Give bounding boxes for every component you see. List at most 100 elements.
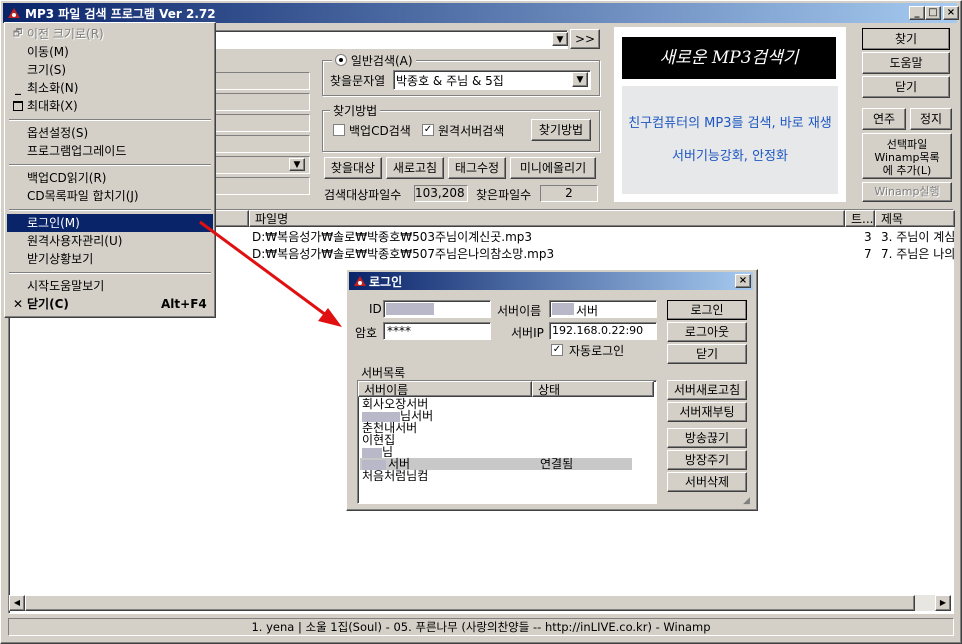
- pw-input[interactable]: ****: [383, 322, 491, 340]
- close-icon: ✕: [13, 297, 24, 311]
- redacted-name: [362, 411, 400, 422]
- server-list[interactable]: 서버이름 상태 회사오장서버 님서버 춘천내서버 이현집 님 서버 연결됨 처음…: [357, 380, 657, 504]
- path-dropdown-arrow[interactable]: ▼: [552, 32, 568, 46]
- close-main-button[interactable]: 닫기: [862, 76, 950, 98]
- id-redacted: [386, 303, 434, 315]
- winamp-run-button[interactable]: Winamp실행: [862, 182, 952, 202]
- menu-item-upgrade[interactable]: 프로그램업그레이드: [7, 142, 213, 160]
- backup-cd-checkbox[interactable]: [333, 124, 345, 136]
- resize-grip-icon[interactable]: ◢: [743, 496, 750, 506]
- menu-item-download-status[interactable]: 받기상황보기: [7, 250, 213, 268]
- count-value: 103,208: [415, 186, 465, 200]
- banner[interactable]: 새로운 MP3검색기 친구컴퓨터의 MP3를 검색, 바로 재생 서버기능강화,…: [614, 27, 846, 202]
- menu-item-restore[interactable]: 🗗 이전 크기로(R): [7, 25, 213, 43]
- server-delete-button[interactable]: 서버삭제: [667, 472, 747, 492]
- find-button[interactable]: 찾기: [862, 28, 950, 50]
- status-bar: 1. yena | 소울 1집(Soul) - 05. 푸른나무 (사랑의찬양들…: [8, 618, 954, 636]
- query-value: 박종호 & 주님 & 5집: [396, 74, 504, 88]
- close-button[interactable]: ×: [943, 6, 959, 20]
- search-mode-radio[interactable]: 일반검색(A): [332, 52, 416, 69]
- field-2[interactable]: [214, 93, 310, 111]
- browse-button[interactable]: >>: [570, 29, 600, 49]
- system-menu: 🗗 이전 크기로(R) 이동(M) 크기(S) _ 최소화(N) 최대화(X) …: [4, 22, 216, 318]
- tag-edit-button[interactable]: 태그수정: [448, 157, 506, 179]
- server-refresh-button[interactable]: 서버새로고침: [667, 380, 747, 400]
- field-5-dropdown-icon[interactable]: ▼: [289, 158, 305, 171]
- remote-checkbox[interactable]: ✓: [422, 124, 434, 136]
- query-label: 찾을문자열: [330, 74, 386, 88]
- pw-value: ****: [387, 324, 411, 338]
- list-item[interactable]: 처음처럼님컴: [362, 470, 632, 482]
- broadcast-give-button[interactable]: 방장주기: [667, 450, 747, 470]
- auto-login-checkbox[interactable]: ✓: [551, 344, 563, 356]
- scroll-thumb[interactable]: [25, 595, 915, 611]
- login-title: 로그인: [369, 275, 403, 289]
- id-label: ID: [369, 302, 382, 316]
- minimize-button[interactable]: _: [909, 6, 925, 20]
- broadcast-stop-button[interactable]: 방송끊기: [667, 428, 747, 448]
- list-item[interactable]: 춘천내서버: [362, 422, 632, 434]
- play-button[interactable]: 연주: [862, 108, 906, 130]
- refresh-button[interactable]: 새로고침: [386, 157, 444, 179]
- menu-item-options[interactable]: 옵션설정(S): [7, 124, 213, 142]
- server-ip-value: 192.168.0.22:90: [552, 324, 644, 337]
- login-titlebar[interactable]: 로그인 ×: [349, 272, 753, 290]
- menu-item-minimize[interactable]: _ 최소화(N): [7, 79, 213, 97]
- server-state: 연결됨: [540, 457, 574, 471]
- server-col-state[interactable]: 상태: [532, 381, 654, 397]
- app-icon[interactable]: [6, 5, 22, 21]
- stop-button[interactable]: 정지: [910, 108, 952, 130]
- field-6[interactable]: [214, 177, 310, 195]
- menu-item-size[interactable]: 크기(S): [7, 61, 213, 79]
- field-1[interactable]: [214, 72, 310, 90]
- login-button[interactable]: 로그인: [667, 300, 747, 320]
- server-name-label: 서버이름: [497, 304, 542, 318]
- add-to-winamp-button[interactable]: 선택파일 Winamp목록 에 추가(L): [862, 133, 952, 179]
- server-col-name[interactable]: 서버이름: [358, 381, 532, 397]
- menu-item-backup-cd[interactable]: 백업CD읽기(R): [7, 169, 213, 187]
- pw-label: 암호: [355, 326, 378, 340]
- remote-label: 원격서버검색: [438, 124, 505, 138]
- menu-item-merge-cd[interactable]: CD목록파일 합치기(J): [7, 187, 213, 205]
- server-ip-label: 서버IP: [511, 326, 544, 340]
- menu-item-remote-users[interactable]: 원격사용자관리(U): [7, 232, 213, 250]
- main-titlebar[interactable]: MP3 파일 검색 프로그램 Ver 2.72 _ □ ×: [3, 3, 959, 23]
- scroll-left-button[interactable]: ◀: [9, 595, 25, 611]
- menu-item-maximize[interactable]: 최대화(X): [7, 97, 213, 115]
- menu-item-move[interactable]: 이동(M): [7, 43, 213, 61]
- scroll-right-button[interactable]: ▶: [935, 595, 951, 611]
- path-combobox[interactable]: [214, 30, 568, 49]
- logout-button[interactable]: 로그아웃: [667, 322, 747, 342]
- menu-item-start-help[interactable]: 시작도움말보기: [7, 277, 213, 295]
- help-button[interactable]: 도움말: [862, 52, 950, 74]
- banner-text-box: 친구컴퓨터의 MP3를 검색, 바로 재생 서버기능강화, 안정화: [622, 86, 838, 194]
- field-4[interactable]: [214, 135, 310, 153]
- id-input[interactable]: [383, 300, 491, 318]
- server-name-value: 서버: [576, 304, 599, 318]
- login-close-btn[interactable]: 닫기: [667, 344, 747, 364]
- menu-item-close[interactable]: ✕ 닫기(C) Alt+F4: [7, 295, 213, 313]
- method-button[interactable]: 찾기방법: [531, 119, 591, 141]
- horizontal-scrollbar[interactable]: ◀ ▶: [9, 595, 951, 611]
- count-label: 검색대상파일수: [324, 188, 402, 202]
- column-header-title[interactable]: 제목: [875, 210, 955, 227]
- column-header-track[interactable]: 트...: [845, 210, 875, 227]
- list-item[interactable]: 이현집: [362, 434, 632, 446]
- server-name-input[interactable]: 서버: [549, 300, 657, 318]
- query-dropdown-icon[interactable]: ▼: [572, 72, 588, 87]
- backup-cd-label: 백업CD검색: [349, 124, 411, 138]
- field-3[interactable]: [214, 114, 310, 132]
- row-filename: D:₩복음성가₩솔로₩박종호₩503주님이계신곳.mp3: [252, 230, 533, 244]
- mini-upload-button[interactable]: 미니에올리기: [510, 157, 596, 179]
- banner-line-2: 서버기능강화, 안정화: [672, 149, 788, 164]
- target-button[interactable]: 찾을대상: [324, 157, 382, 179]
- login-dialog: 로그인 × ID 암호 **** 서버이름 서버 서버IP 192.168.0.…: [346, 269, 758, 511]
- server-reboot-button[interactable]: 서버재부팅: [667, 402, 747, 422]
- column-header-filename[interactable]: 파일명: [249, 210, 845, 227]
- window-title: MP3 파일 검색 프로그램 Ver 2.72: [25, 7, 216, 21]
- server-ip-input[interactable]: 192.168.0.22:90: [549, 322, 657, 340]
- login-close-button[interactable]: ×: [735, 274, 751, 288]
- maximize-button[interactable]: □: [925, 6, 941, 20]
- query-combobox[interactable]: 박종호 & 주님 & 5집: [393, 70, 591, 90]
- menu-item-login[interactable]: 로그인(M): [7, 214, 213, 232]
